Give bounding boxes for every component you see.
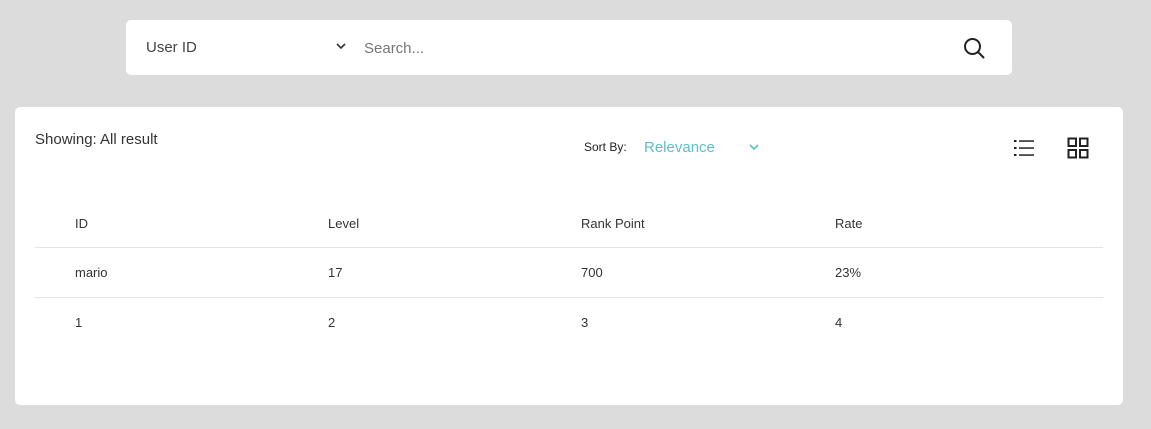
results-card: Showing: All result Sort By: Relevance I…: [15, 107, 1123, 405]
search-input[interactable]: [362, 32, 926, 64]
cell-level: 17: [328, 265, 343, 280]
list-view-icon[interactable]: [1013, 137, 1035, 159]
column-header-rate: Rate: [835, 215, 863, 231]
table-row[interactable]: 1 2 3 4: [35, 297, 1103, 348]
chevron-down-icon[interactable]: [748, 142, 760, 152]
sort-select[interactable]: Relevance: [644, 139, 715, 156]
grid-view-icon[interactable]: [1067, 137, 1089, 159]
search-filter-label: User ID: [146, 39, 197, 56]
results-table: ID Level Rank Point Rate mario 17 700 23…: [35, 199, 1103, 347]
cell-level: 2: [328, 315, 336, 330]
cell-rank-point: 3: [581, 315, 589, 330]
table-row[interactable]: mario 17 700 23%: [35, 247, 1103, 298]
chevron-down-icon: [336, 43, 346, 50]
column-header-level: Level: [328, 215, 360, 231]
showing-label: Showing: All result: [35, 131, 158, 148]
search-bar: User ID: [126, 20, 1012, 75]
cell-rate: 23%: [835, 265, 862, 280]
sort-by-label: Sort By:: [584, 140, 627, 154]
cell-rate: 4: [835, 315, 843, 330]
table-header-row: ID Level Rank Point Rate: [35, 199, 1103, 248]
cell-id: mario: [75, 265, 108, 280]
column-header-rank-point: Rank Point: [581, 215, 645, 231]
search-filter-select[interactable]: User ID: [146, 20, 346, 75]
column-header-id: ID: [75, 215, 88, 231]
search-icon[interactable]: [962, 36, 986, 60]
cell-rank-point: 700: [581, 265, 603, 280]
cell-id: 1: [75, 315, 83, 330]
